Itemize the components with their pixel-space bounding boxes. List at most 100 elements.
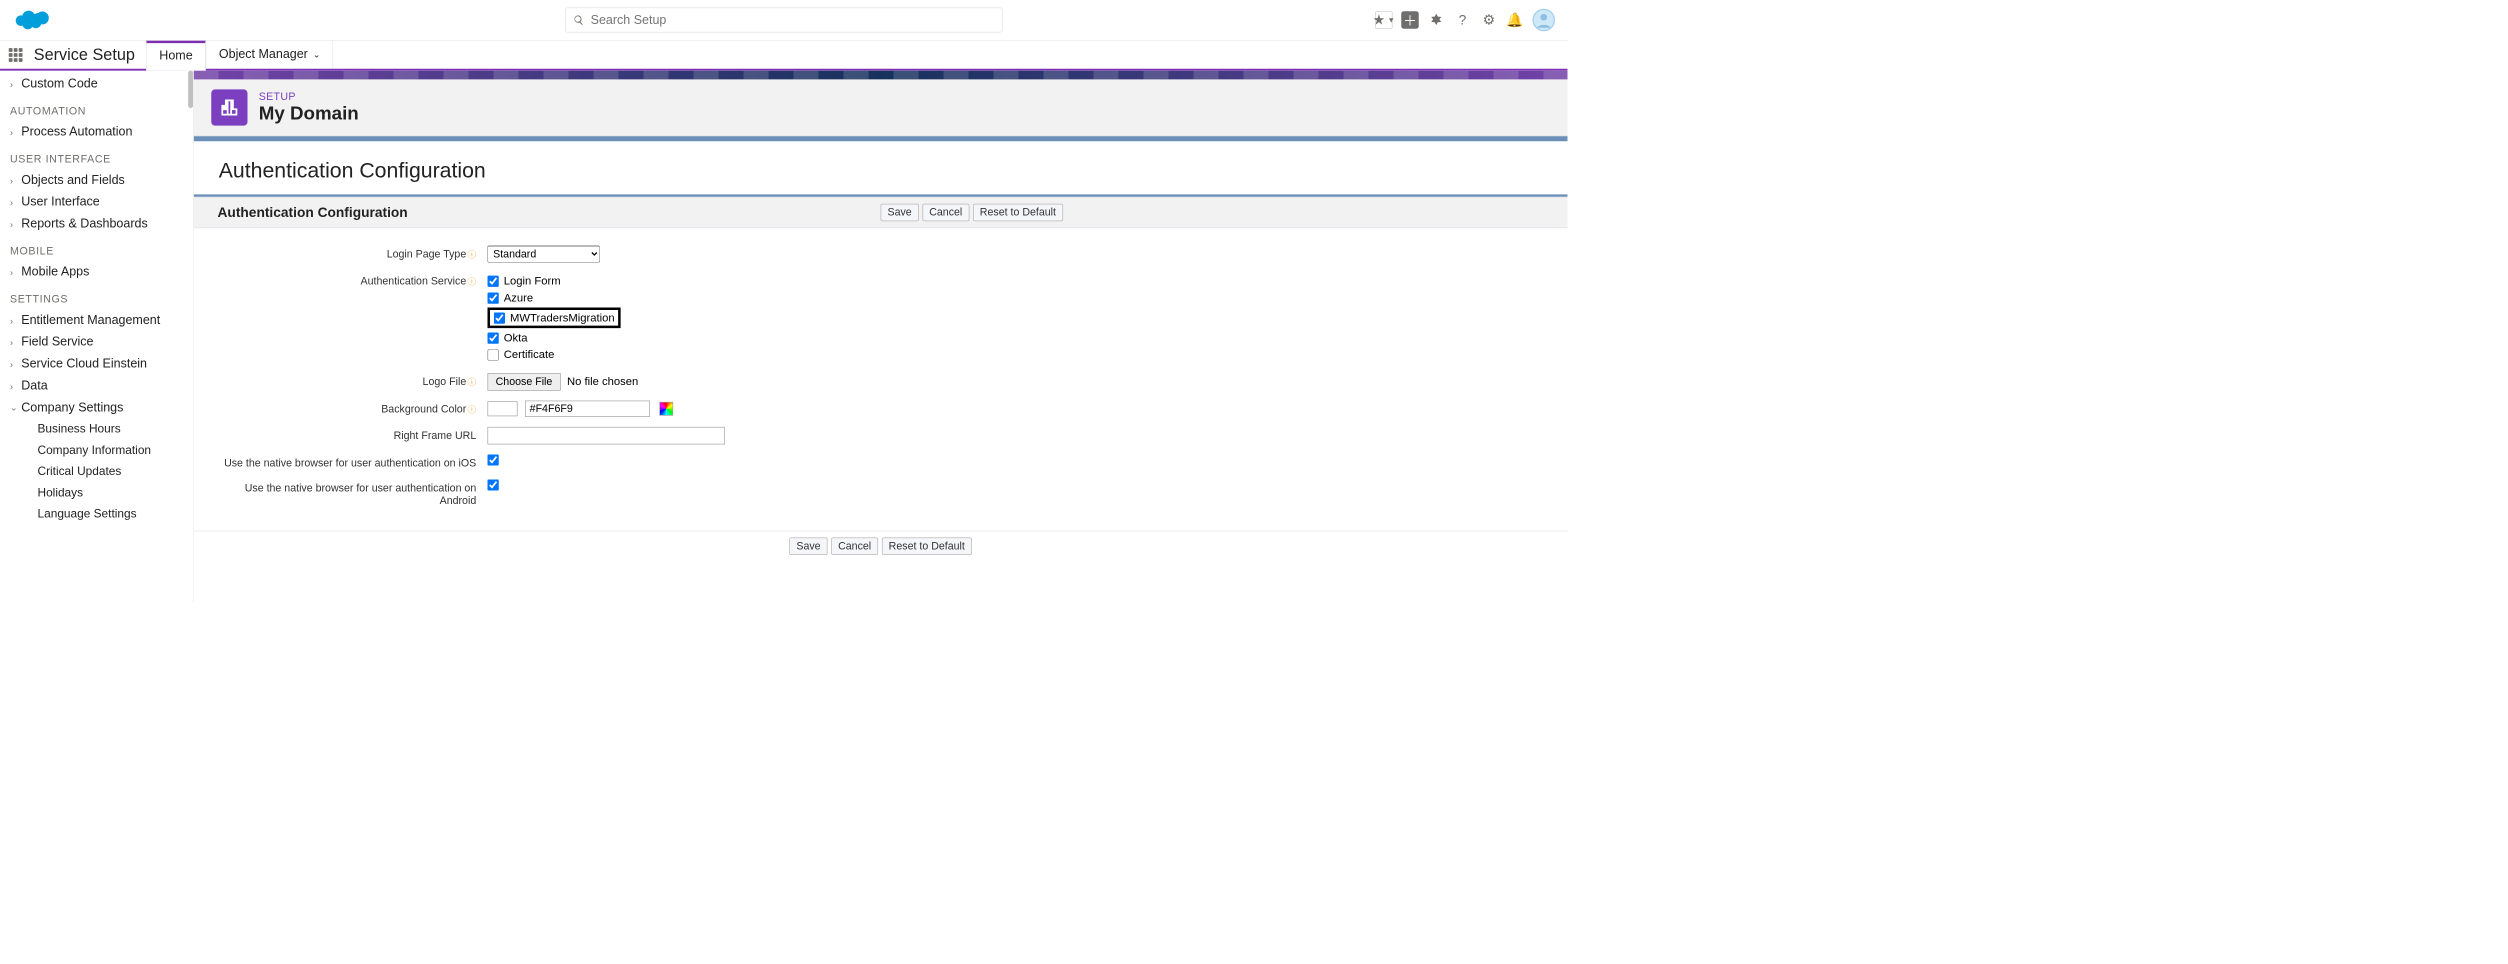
save-button-bottom[interactable]: Save — [790, 538, 828, 556]
help-icon[interactable]: ⓘ — [468, 404, 477, 414]
auth-option-okta[interactable]: Okta — [488, 329, 1543, 346]
header-decoration — [194, 71, 1568, 80]
sidebar-item-field-service[interactable]: ›Field Service — [0, 331, 193, 353]
color-swatch[interactable] — [488, 401, 518, 416]
choose-file-button[interactable]: Choose File — [488, 373, 561, 391]
cancel-button-bottom[interactable]: Cancel — [831, 538, 878, 556]
search-icon — [573, 14, 584, 25]
setup-gear-icon[interactable]: ⚙ — [1480, 11, 1498, 29]
help-icon[interactable]: ⓘ — [468, 249, 477, 259]
app-launcher-icon[interactable] — [0, 41, 31, 69]
native-browser-android-checkbox[interactable] — [488, 479, 499, 490]
chevron-right-icon: › — [10, 337, 21, 347]
salesforce-help-icon[interactable] — [1428, 11, 1446, 29]
sidebar-item-business-hours[interactable]: Business Hours — [0, 419, 193, 440]
sidebar-item-mobile-apps[interactable]: ›Mobile Apps — [0, 261, 193, 283]
chevron-right-icon: › — [10, 219, 21, 229]
sidebar-item-user-interface[interactable]: ›User Interface — [0, 191, 193, 213]
chevron-right-icon: › — [10, 79, 21, 89]
scrollbar-thumb[interactable] — [188, 71, 193, 109]
section-title: Authentication Configuration — [194, 159, 1568, 195]
main-content: SETUP My Domain Authentication Configura… — [194, 71, 1568, 603]
help-icon[interactable]: ⓘ — [468, 377, 477, 387]
panel-title: Authentication Configuration — [211, 204, 880, 220]
setup-tree[interactable]: ›Custom Code AUTOMATION ›Process Automat… — [0, 71, 194, 603]
background-color-label: Background Colorⓘ — [219, 401, 488, 416]
checkbox[interactable] — [488, 332, 499, 343]
file-status-text: No file chosen — [567, 375, 638, 388]
native-browser-ios-label: Use the native browser for user authenti… — [219, 454, 488, 469]
sidebar-item-entitlement-management[interactable]: ›Entitlement Management — [0, 309, 193, 331]
sidebar-item-service-cloud-einstein[interactable]: ›Service Cloud Einstein — [0, 353, 193, 375]
right-frame-url-label: Right Frame URL — [219, 427, 488, 442]
chevron-right-icon: › — [10, 315, 21, 325]
sidebar-section-settings: SETTINGS — [0, 283, 193, 309]
help-icon[interactable]: ⓘ — [468, 276, 477, 286]
checkbox[interactable] — [488, 292, 499, 303]
notifications-bell-icon[interactable]: 🔔 — [1506, 11, 1524, 29]
chevron-right-icon: › — [10, 127, 21, 137]
auth-option-mwtradersmigration[interactable]: MWTradersMigration — [488, 308, 621, 329]
tab-home[interactable]: Home — [146, 41, 206, 71]
auth-service-label: Authentication Serviceⓘ — [219, 273, 488, 288]
user-avatar[interactable] — [1533, 9, 1556, 32]
reset-button-bottom[interactable]: Reset to Default — [882, 538, 972, 556]
sidebar-item-language-settings[interactable]: Language Settings — [0, 504, 193, 525]
sidebar-item-data[interactable]: ›Data — [0, 375, 193, 397]
auth-option-certificate[interactable]: Certificate — [488, 346, 1543, 363]
page-header: SETUP My Domain — [194, 79, 1568, 136]
global-actions-button[interactable]: ＋ — [1401, 11, 1419, 29]
save-button[interactable]: Save — [881, 204, 919, 222]
sidebar-item-company-settings[interactable]: ⌄Company Settings — [0, 397, 193, 419]
sidebar-item-reports-dashboards[interactable]: ›Reports & Dashboards — [0, 213, 193, 235]
app-name: Service Setup — [31, 41, 146, 69]
header-utility-icons: ★▼ ＋ ? ⚙ 🔔 — [1375, 9, 1555, 32]
login-page-type-select[interactable]: Standard — [488, 246, 601, 263]
sidebar-item-critical-updates[interactable]: Critical Updates — [0, 461, 193, 482]
bottom-button-row: Save Cancel Reset to Default — [194, 531, 1568, 568]
cancel-button[interactable]: Cancel — [922, 204, 969, 222]
right-frame-url-input[interactable] — [488, 427, 726, 445]
chevron-right-icon: › — [10, 359, 21, 369]
logo-file-label: Logo Fileⓘ — [219, 373, 488, 388]
login-page-type-label: Login Page Typeⓘ — [219, 246, 488, 261]
native-browser-android-label: Use the native browser for user authenti… — [219, 479, 488, 507]
page-title: My Domain — [259, 103, 359, 124]
global-search[interactable] — [565, 8, 1003, 33]
global-search-input[interactable] — [591, 13, 995, 27]
global-header: ★▼ ＋ ? ⚙ 🔔 — [0, 0, 1568, 41]
chevron-down-icon: ⌄ — [313, 49, 320, 60]
panel-header: Authentication Configuration Save Cancel… — [194, 197, 1568, 228]
sidebar-item-process-automation[interactable]: ›Process Automation — [0, 121, 193, 143]
sidebar-item-company-information[interactable]: Company Information — [0, 440, 193, 461]
sidebar-item-objects-fields[interactable]: ›Objects and Fields — [0, 169, 193, 191]
my-domain-icon — [211, 89, 247, 125]
checkbox[interactable] — [488, 275, 499, 286]
salesforce-logo-icon — [13, 7, 51, 33]
sidebar-section-user-interface: USER INTERFACE — [0, 143, 193, 169]
native-browser-ios-checkbox[interactable] — [488, 454, 499, 465]
checkbox[interactable] — [488, 349, 499, 360]
help-icon[interactable]: ? — [1454, 11, 1472, 29]
page-eyebrow: SETUP — [259, 91, 359, 104]
chevron-right-icon: › — [10, 197, 21, 207]
auth-service-options: Login Form Azure MWTradersMigration Okta… — [488, 273, 1543, 364]
chevron-down-icon: ⌄ — [10, 403, 21, 414]
tab-object-manager[interactable]: Object Manager⌄ — [206, 41, 334, 69]
auth-option-azure[interactable]: Azure — [488, 289, 1543, 306]
sidebar-item-holidays[interactable]: Holidays — [0, 483, 193, 504]
chevron-right-icon: › — [10, 267, 21, 277]
context-bar: Service Setup Home Object Manager⌄ — [0, 41, 1568, 71]
chevron-right-icon: › — [10, 381, 21, 391]
sidebar-item-custom-code[interactable]: ›Custom Code — [0, 73, 193, 95]
color-picker-icon[interactable] — [659, 402, 673, 416]
header-sub-decoration — [194, 136, 1568, 141]
background-color-input[interactable] — [525, 401, 650, 417]
checkbox[interactable] — [494, 312, 505, 323]
favorites-button[interactable]: ★▼ — [1375, 11, 1393, 29]
form-body: Login Page Typeⓘ Standard Authentication… — [194, 228, 1568, 531]
auth-option-login-form[interactable]: Login Form — [488, 273, 1543, 290]
chevron-right-icon: › — [10, 175, 21, 185]
reset-button[interactable]: Reset to Default — [973, 204, 1063, 222]
sidebar-section-automation: AUTOMATION — [0, 95, 193, 121]
